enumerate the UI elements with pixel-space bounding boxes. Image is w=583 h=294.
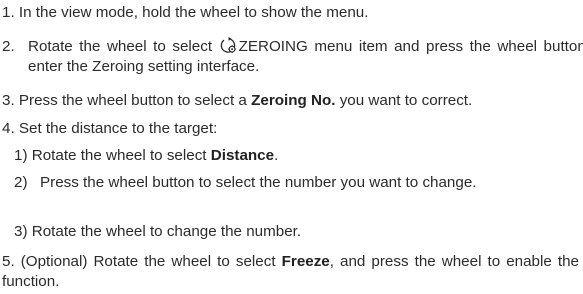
step-4-number: 4. bbox=[2, 120, 15, 137]
substep-3: 3) Rotate the wheel to change the number… bbox=[14, 222, 579, 242]
step-2-number: 2. bbox=[2, 38, 15, 55]
step-4-text: Set the distance to the target: bbox=[18, 120, 218, 137]
step-3: 3. Press the wheel button to select a Ze… bbox=[2, 91, 579, 111]
step-5-text-pre: (Optional) Rotate the wheel to select bbox=[20, 253, 276, 270]
substep-1: 1) Rotate the wheel to select Distance. bbox=[14, 146, 579, 166]
substep-3-text: Rotate the wheel to change the number. bbox=[31, 223, 302, 240]
instruction-list: 1. In the view mode, hold the wheel to s… bbox=[0, 0, 583, 294]
substep-2-text: Press the wheel button to select the num… bbox=[40, 174, 477, 191]
substep-2: 2) Press the wheel button to select the n… bbox=[14, 173, 583, 193]
step-4: 4. Set the distance to the target: bbox=[2, 119, 579, 139]
step-1: 1. In the view mode, hold the wheel to s… bbox=[2, 3, 579, 23]
substep-1-number: 1) bbox=[14, 147, 28, 164]
step-5: 5. (Optional) Rotate the wheel to select… bbox=[2, 252, 579, 292]
step-1-text: In the view mode, hold the wheel to show… bbox=[18, 4, 369, 21]
zeroing-icon bbox=[220, 37, 236, 54]
step-2-text-pre: Rotate the wheel to select bbox=[28, 38, 213, 55]
step-5-bold: Freeze bbox=[281, 253, 330, 270]
step-3-text-post: you want to correct. bbox=[339, 92, 473, 109]
substep-2-number: 2) bbox=[14, 174, 28, 191]
step-3-text-pre: Press the wheel button to select a bbox=[18, 92, 247, 109]
step-3-bold: Zeroing No. bbox=[251, 92, 336, 109]
substep-1-bold: Distance bbox=[210, 147, 275, 164]
step-3-number: 3. bbox=[2, 92, 15, 109]
substep-3-number: 3) bbox=[14, 223, 28, 240]
substep-1-text-pre: Rotate the wheel to select bbox=[31, 147, 207, 164]
step-5-number: 5. bbox=[2, 253, 15, 270]
step-2: 2. Rotate the wheel to select ZEROING men… bbox=[2, 37, 583, 77]
step-1-number: 1. bbox=[2, 4, 15, 21]
substep-1-text-post: . bbox=[274, 147, 279, 164]
